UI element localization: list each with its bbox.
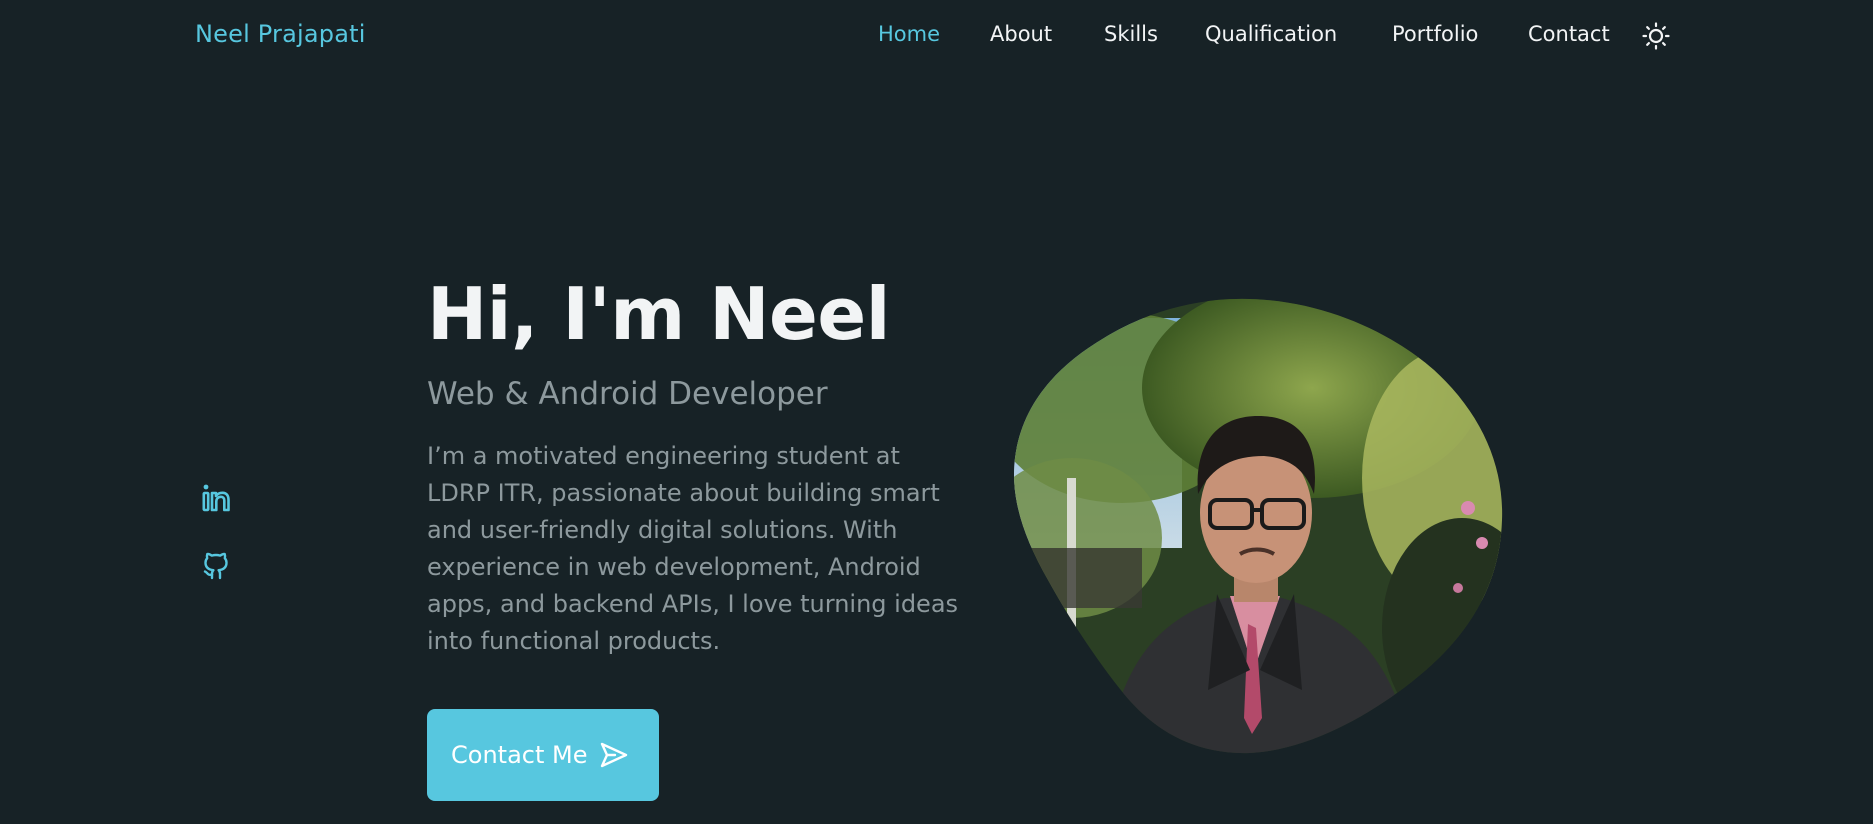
- nav-item-home[interactable]: Home: [878, 22, 940, 46]
- contact-me-button[interactable]: Contact Me: [427, 709, 659, 801]
- send-icon: [599, 740, 629, 770]
- github-icon[interactable]: [200, 550, 232, 582]
- nav-item-contact[interactable]: Contact: [1528, 22, 1610, 46]
- contact-me-label: Contact Me: [451, 741, 588, 769]
- site-header: Neel Prajapati Home About Skills Qualifi…: [0, 0, 1873, 76]
- nav-item-about[interactable]: About: [990, 22, 1052, 46]
- hero-title: Hi, I'm Neel: [427, 272, 890, 356]
- nav-item-portfolio[interactable]: Portfolio: [1392, 22, 1478, 46]
- nav-item-skills[interactable]: Skills: [1104, 22, 1158, 46]
- sun-icon[interactable]: [1642, 22, 1670, 50]
- profile-photo: [1012, 298, 1504, 754]
- hero-subtitle: Web & Android Developer: [427, 376, 828, 412]
- linkedin-icon[interactable]: [200, 482, 232, 514]
- hero-description: I’m a motivated engineering student at L…: [427, 442, 959, 655]
- site-logo[interactable]: Neel Prajapati: [195, 20, 366, 48]
- nav-item-qualification[interactable]: Qualification: [1205, 22, 1337, 46]
